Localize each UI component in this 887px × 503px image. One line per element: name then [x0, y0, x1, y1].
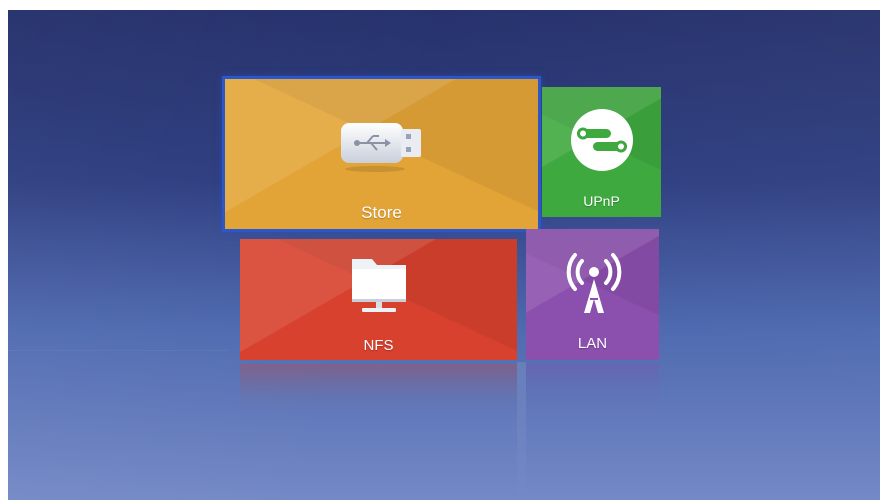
upnp-label: UPnP	[583, 193, 620, 209]
source-selection-screen: Store UPnP NFS LAN	[8, 10, 880, 500]
lan-tile-reflection	[526, 364, 659, 419]
wireless-antenna-icon	[564, 251, 624, 322]
usb-drive-icon	[335, 109, 425, 184]
upnp-tile[interactable]: UPnP	[542, 87, 661, 217]
store-label: Store	[361, 203, 402, 222]
nfs-tile[interactable]: NFS	[240, 239, 517, 360]
lan-tile[interactable]: LAN	[526, 229, 659, 360]
lan-label: LAN	[577, 335, 608, 352]
floor-divider	[517, 362, 526, 500]
nfs-label: NFS	[363, 337, 394, 354]
network-folder-icon	[348, 251, 410, 322]
upnp-link-icon	[567, 105, 637, 180]
store-tile[interactable]: Store	[222, 76, 541, 232]
horizon-line	[8, 350, 228, 351]
nfs-tile-reflection	[240, 364, 517, 419]
